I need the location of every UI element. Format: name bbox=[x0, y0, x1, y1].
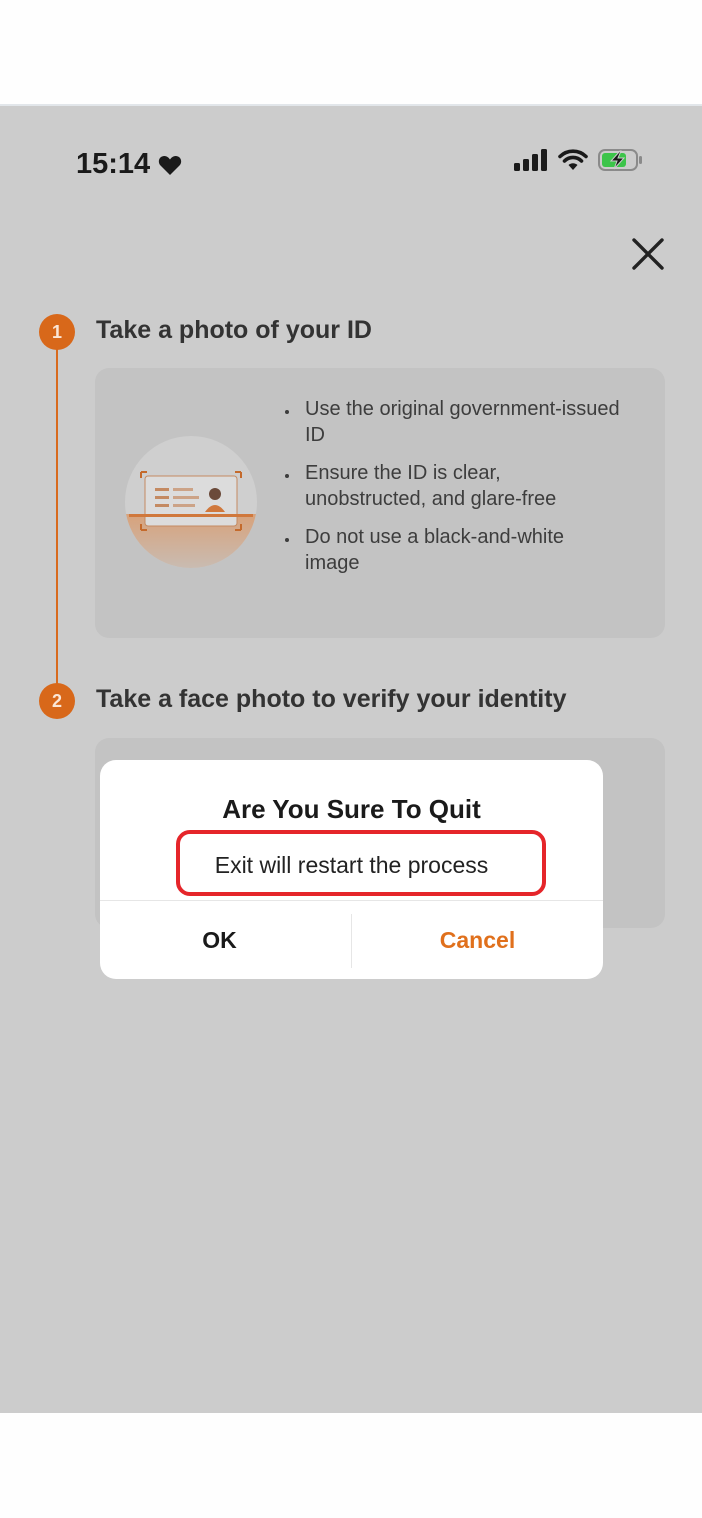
wifi-icon bbox=[558, 149, 588, 170]
step-timeline-line bbox=[56, 332, 58, 698]
bullet-icon bbox=[285, 410, 289, 414]
app-screen: 15:14 1 Take a photo of your ID Use the … bbox=[0, 104, 702, 1413]
tip-item: Ensure the ID is clear, unobstructed, an… bbox=[281, 460, 621, 512]
id-photo-tips-list: Use the original government-issued ID En… bbox=[281, 396, 621, 588]
id-photo-tips-card: Use the original government-issued ID En… bbox=[95, 368, 665, 638]
close-button[interactable] bbox=[628, 234, 668, 274]
heart-icon bbox=[159, 155, 182, 175]
status-time-text: 15:14 bbox=[76, 148, 151, 180]
bullet-icon bbox=[285, 538, 289, 542]
status-icons bbox=[514, 148, 644, 172]
dialog-title: Are You Sure To Quit bbox=[222, 794, 481, 824]
cellular-signal-icon bbox=[514, 149, 547, 171]
top-margin bbox=[0, 0, 702, 104]
tip-item: Use the original government-issued ID bbox=[281, 396, 621, 448]
close-icon bbox=[632, 238, 664, 270]
step-1-title: Take a photo of your ID bbox=[96, 316, 372, 344]
cancel-button[interactable]: Cancel bbox=[352, 901, 603, 979]
ok-button[interactable]: OK bbox=[100, 901, 351, 979]
status-time: 15:14 bbox=[76, 148, 182, 181]
highlight-annotation-box bbox=[176, 830, 546, 896]
step-2-badge: 2 bbox=[39, 683, 75, 719]
step-1-badge: 1 bbox=[39, 314, 75, 350]
quit-confirmation-dialog: Are You Sure To Quit Exit will restart t… bbox=[100, 760, 603, 979]
tip-item: Do not use a black-and-white image bbox=[281, 524, 621, 576]
tip-text: Use the original government-issued ID bbox=[305, 398, 620, 446]
battery-charging-icon bbox=[598, 149, 642, 171]
bottom-margin bbox=[0, 1413, 702, 1518]
tip-text: Ensure the ID is clear, unobstructed, an… bbox=[305, 462, 557, 510]
step-2-title: Take a face photo to verify your identit… bbox=[96, 685, 567, 713]
id-card-illustration bbox=[125, 436, 257, 568]
tip-text: Do not use a black-and-white image bbox=[305, 526, 565, 574]
bullet-icon bbox=[285, 474, 289, 478]
